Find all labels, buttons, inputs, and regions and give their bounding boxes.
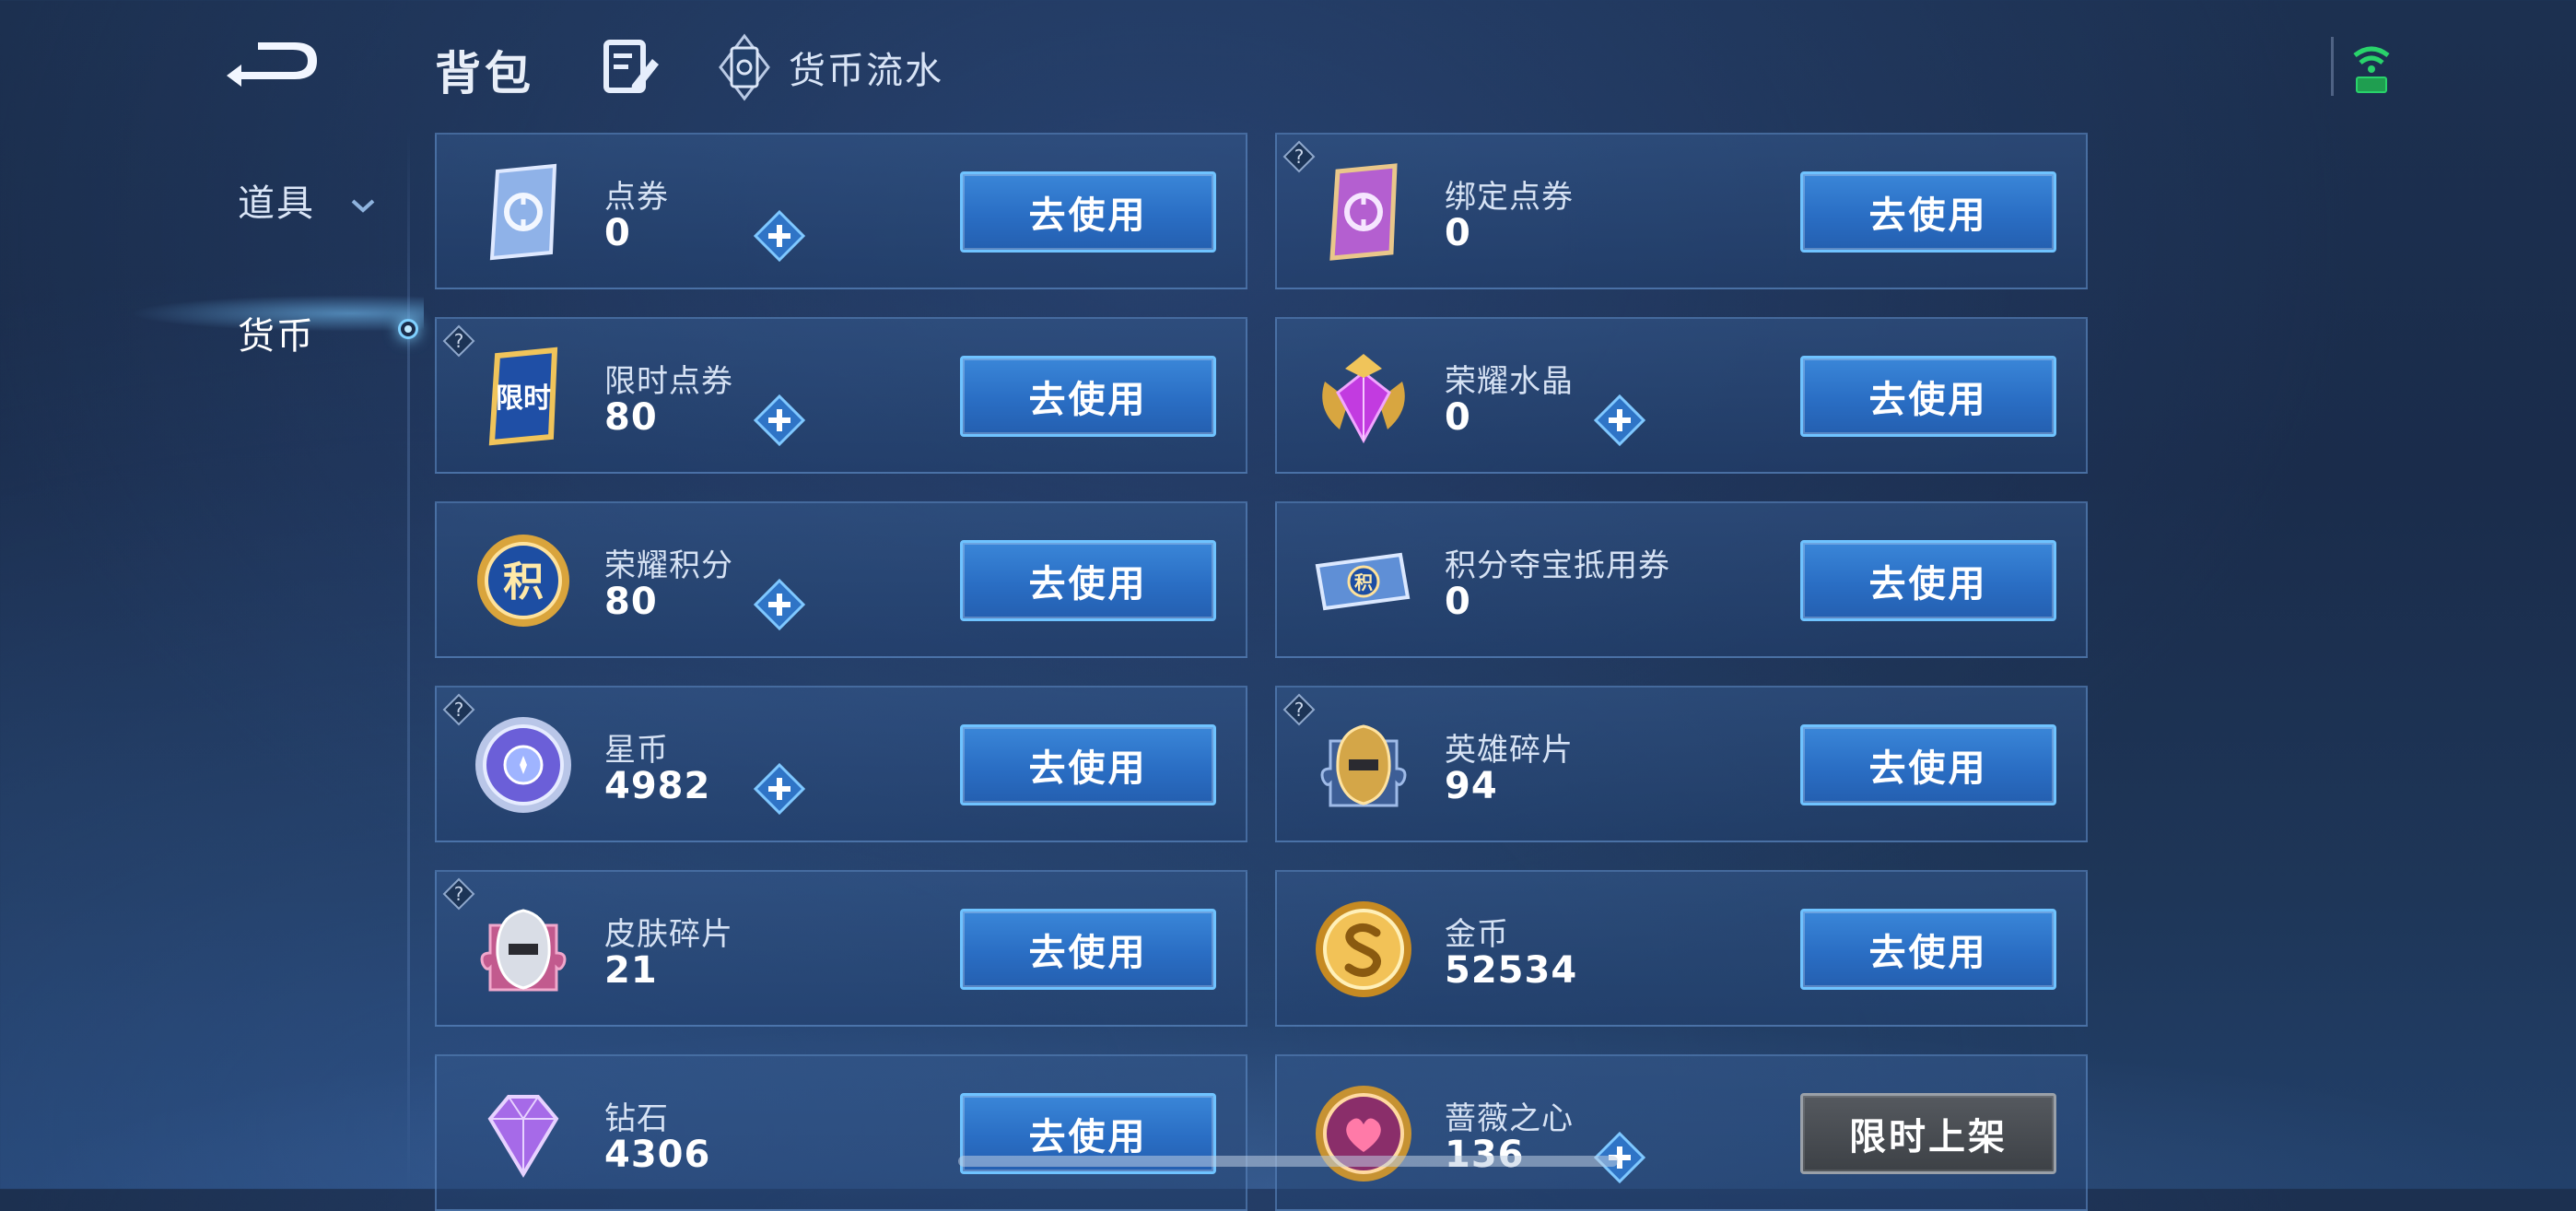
svg-text:?: ?	[454, 883, 464, 905]
currency-name: 金币	[1445, 916, 1509, 953]
use-button[interactable]: 去使用	[960, 540, 1216, 621]
currency-value: 136	[1445, 1134, 1525, 1176]
use-button[interactable]: 去使用	[960, 171, 1216, 253]
svg-text:?: ?	[1294, 146, 1305, 168]
currency-name: 荣耀积分	[604, 547, 733, 584]
currency-card-icon	[717, 33, 772, 101]
use-button[interactable]: 去使用	[1800, 540, 2056, 621]
currency-card-limited-coupon: ? 限时 限时点券 80 去使用	[435, 317, 1247, 474]
diamond-icon	[487, 1095, 559, 1178]
currency-card-gold-coin: 金币 52534 去使用	[1275, 870, 2088, 1027]
skin-helmet-icon	[480, 909, 567, 992]
currency-name: 皮肤碎片	[604, 916, 733, 953]
points-coin-icon-text: 积	[503, 558, 544, 606]
currency-value: 80	[604, 581, 658, 623]
add-icon[interactable]	[752, 208, 807, 264]
currency-card-glory-crystal: 荣耀水晶 0 去使用	[1275, 317, 2088, 474]
use-button[interactable]: 去使用	[1800, 724, 2056, 805]
sidebar-divider	[407, 129, 410, 1189]
use-button[interactable]: 去使用	[1800, 356, 2056, 437]
limited-release-button[interactable]: 限时上架	[1800, 1093, 2056, 1174]
currency-value: 0	[1445, 396, 1471, 439]
wifi-icon	[2351, 41, 2392, 96]
voucher-ticket-icon: 积	[1315, 552, 1411, 611]
help-icon[interactable]: ?	[442, 693, 475, 726]
add-icon[interactable]	[752, 761, 807, 817]
currency-value: 52534	[1445, 949, 1578, 992]
help-icon[interactable]: ?	[442, 877, 475, 911]
currency-value: 80	[604, 396, 658, 439]
currency-name: 蔷薇之心	[1445, 1100, 1574, 1137]
edit-list-button[interactable]	[601, 37, 662, 98]
use-button[interactable]: 去使用	[960, 724, 1216, 805]
coupon-icon	[489, 163, 557, 261]
page-title: 背包	[435, 47, 534, 100]
currency-flow-button[interactable]: 货币流水	[717, 33, 943, 101]
divider	[2331, 37, 2334, 96]
currency-card-coupon: 点券 0 去使用	[435, 133, 1247, 289]
sidebar-item-label: 道具	[238, 182, 315, 225]
home-indicator[interactable]	[958, 1156, 1618, 1167]
currency-card-glory-points: 积 荣耀积分 80 去使用	[435, 501, 1247, 658]
rose-heart-icon	[1316, 1086, 1411, 1182]
currency-value: 4306	[604, 1134, 711, 1176]
sidebar-item-props[interactable]: 道具	[238, 173, 377, 227]
crystal-icon	[1322, 354, 1405, 444]
add-icon[interactable]	[752, 393, 807, 448]
currency-value: 0	[1445, 212, 1471, 254]
currency-card-rose-heart: 蔷薇之心 136 限时上架	[1275, 1054, 2088, 1211]
currency-value: 0	[604, 212, 631, 254]
currency-name: 限时点券	[604, 363, 733, 400]
currency-card-skin-fragment: ? 皮肤碎片 21 去使用	[435, 870, 1247, 1027]
currency-name: 英雄碎片	[1445, 732, 1574, 769]
help-icon[interactable]: ?	[442, 324, 475, 358]
add-icon[interactable]	[752, 577, 807, 632]
currency-value: 4982	[604, 765, 711, 807]
currency-card-diamond: 钻石 4306 去使用	[435, 1054, 1247, 1211]
svg-text:?: ?	[454, 330, 464, 352]
add-icon[interactable]	[1592, 393, 1647, 448]
currency-name: 绑定点券	[1445, 179, 1574, 216]
use-button[interactable]: 去使用	[960, 356, 1216, 437]
back-button[interactable]	[221, 35, 332, 90]
hero-helmet-icon	[1320, 724, 1407, 807]
currency-card-hero-fragment: ? 英雄碎片 94 去使用	[1275, 686, 2088, 842]
currency-name: 星币	[604, 732, 669, 769]
currency-name: 钻石	[604, 1100, 669, 1137]
sidebar-active-indicator	[398, 319, 418, 339]
currency-card-points-lottery-voucher: 积 积分夺宝抵用券 0 去使用	[1275, 501, 2088, 658]
currency-flow-label: 货币流水	[789, 50, 943, 92]
points-coin-icon: 积	[477, 535, 569, 627]
currency-card-star-coin: ? 星币 4982 去使用	[435, 686, 1247, 842]
sidebar-item-currency[interactable]: 货币	[238, 306, 315, 359]
voucher-ticket-icon-text: 积	[1354, 571, 1373, 594]
chevron-down-icon	[351, 199, 375, 213]
back-arrow-icon	[227, 42, 317, 87]
limited-coupon-icon-text: 限时	[496, 382, 551, 415]
currency-name: 荣耀水晶	[1445, 363, 1574, 400]
help-icon[interactable]: ?	[1282, 693, 1316, 726]
currency-value: 21	[604, 949, 658, 992]
currency-value: 94	[1445, 765, 1498, 807]
limited-coupon-icon: 限时	[488, 347, 558, 446]
use-button[interactable]: 去使用	[1800, 909, 2056, 990]
currency-card-bound-coupon: ? 绑定点券 0 去使用	[1275, 133, 2088, 289]
currency-name: 积分夺宝抵用券	[1445, 547, 1670, 584]
gold-coin-icon	[1316, 901, 1411, 997]
currency-name: 点券	[604, 179, 669, 216]
use-button[interactable]: 去使用	[1800, 171, 2056, 253]
bound-coupon-icon	[1329, 163, 1398, 261]
use-button[interactable]: 去使用	[960, 909, 1216, 990]
sidebar-item-label: 货币	[238, 315, 315, 358]
star-coin-icon	[475, 717, 571, 813]
currency-value: 0	[1445, 581, 1471, 623]
svg-text:?: ?	[1294, 699, 1305, 721]
svg-text:?: ?	[454, 699, 464, 721]
help-icon[interactable]: ?	[1282, 140, 1316, 173]
edit-icon	[603, 40, 659, 93]
